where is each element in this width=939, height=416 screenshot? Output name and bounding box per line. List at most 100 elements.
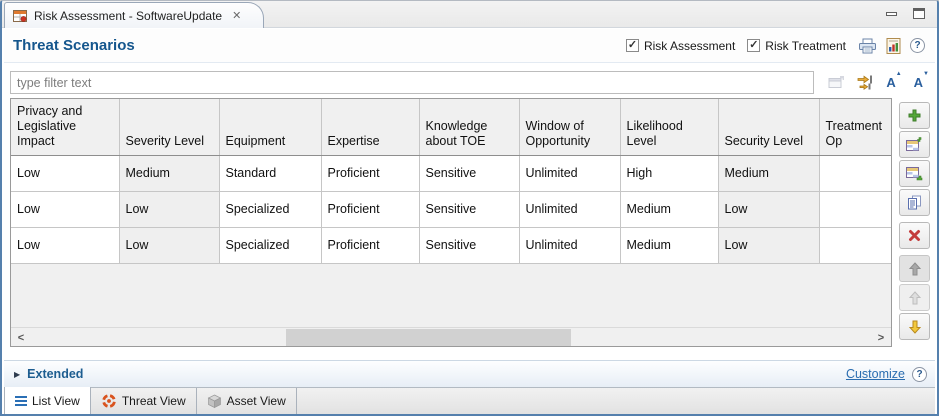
table-row[interactable]: LowMediumStandardProficientSensitiveUnli…: [11, 155, 892, 191]
move-down-button[interactable]: [899, 313, 930, 340]
triangle-down-icon: ▼: [923, 71, 929, 86]
tab-label: Threat View: [122, 394, 186, 408]
report-icon[interactable]: [886, 38, 901, 54]
show-columns-dialog-icon: [828, 75, 845, 90]
risk-assessment-checkbox[interactable]: ✓: [626, 39, 639, 52]
table-cell[interactable]: Low: [11, 191, 119, 227]
column-header[interactable]: Severity Level: [119, 99, 219, 155]
table-cell[interactable]: Medium: [119, 155, 219, 191]
risk-assessment-window: Risk Assessment - SoftwareUpdate ✕ Threa…: [0, 0, 939, 416]
font-increase-button[interactable]: A▲: [886, 75, 901, 90]
tab-label: List View: [32, 394, 80, 408]
help-icon[interactable]: ?: [910, 38, 925, 53]
column-header[interactable]: Window of Opportunity: [519, 99, 620, 155]
scroll-right-icon[interactable]: >: [873, 329, 889, 346]
column-header[interactable]: Privacy and Legislative Impact: [11, 99, 119, 155]
table-cell[interactable]: Proficient: [321, 155, 419, 191]
insert-row-above-button[interactable]: [899, 131, 930, 158]
table-cell[interactable]: Specialized: [219, 227, 321, 263]
tab-list-view[interactable]: List View: [4, 387, 91, 414]
table-cell[interactable]: Sensitive: [419, 227, 519, 263]
editor-tab-strip: Risk Assessment - SoftwareUpdate ✕: [2, 1, 937, 28]
font-decrease-button[interactable]: A▼: [914, 75, 929, 90]
table-cell[interactable]: Sensitive: [419, 155, 519, 191]
close-icon[interactable]: ✕: [232, 9, 241, 22]
column-header[interactable]: Likelihood Level: [620, 99, 718, 155]
tab-threat-view[interactable]: Threat View: [91, 388, 197, 414]
table-cell[interactable]: Medium: [620, 227, 718, 263]
editor-tab-title: Risk Assessment - SoftwareUpdate: [34, 9, 222, 23]
delete-button[interactable]: [899, 222, 930, 249]
filter-input[interactable]: [10, 71, 814, 94]
table-cell[interactable]: Proficient: [321, 227, 419, 263]
column-header[interactable]: Knowledge about TOE: [419, 99, 519, 155]
scrollbar-thumb[interactable]: [286, 329, 571, 346]
table-row[interactable]: LowLowSpecializedProficientSensitiveUnli…: [11, 227, 892, 263]
view-header: Threat Scenarios ✓ Risk Assessment ✓ Ris…: [4, 29, 935, 63]
table-row[interactable]: LowLowSpecializedProficientSensitiveUnli…: [11, 191, 892, 227]
table-cell[interactable]: Low: [11, 155, 119, 191]
table-cell[interactable]: Sensitive: [419, 191, 519, 227]
check-icon: ✓: [749, 40, 758, 51]
arrow-up-icon: [908, 291, 922, 305]
column-header[interactable]: Expertise: [321, 99, 419, 155]
table-cell[interactable]: [819, 191, 892, 227]
table-cell[interactable]: Low: [119, 227, 219, 263]
tab-asset-view[interactable]: Asset View: [197, 388, 297, 414]
tab-label: Asset View: [227, 394, 286, 408]
table-cell[interactable]: Proficient: [321, 191, 419, 227]
arrow-up-icon: [908, 262, 922, 276]
table-cell[interactable]: High: [620, 155, 718, 191]
table-cell[interactable]: [819, 227, 892, 263]
table-cell[interactable]: Medium: [620, 191, 718, 227]
insert-row-below-button[interactable]: [899, 160, 930, 187]
table-cell[interactable]: Specialized: [219, 191, 321, 227]
risk-assessment-checkbox-group[interactable]: ✓ Risk Assessment: [626, 39, 735, 53]
list-view-icon: [15, 396, 27, 406]
move-top-button: [899, 255, 930, 282]
risk-assessment-checkbox-label: Risk Assessment: [644, 39, 735, 53]
horizontal-scrollbar[interactable]: < >: [11, 327, 891, 346]
delete-icon: [908, 229, 921, 242]
chevron-right-icon[interactable]: ▶: [14, 370, 20, 379]
table-body: LowMediumStandardProficientSensitiveUnli…: [11, 155, 892, 263]
asset-view-icon: [207, 394, 222, 409]
table-cell[interactable]: Low: [718, 227, 819, 263]
table-cell[interactable]: Low: [119, 191, 219, 227]
table-cell[interactable]: [819, 155, 892, 191]
column-header[interactable]: Security Level: [718, 99, 819, 155]
add-icon: [908, 109, 921, 122]
add-button[interactable]: [899, 102, 930, 129]
table-cell[interactable]: Low: [718, 191, 819, 227]
filter-row: A▲ A▼: [4, 63, 935, 98]
threat-scenarios-table: Privacy and Legislative ImpactSeverity L…: [10, 98, 892, 347]
scroll-left-icon[interactable]: <: [13, 329, 29, 346]
table-cell[interactable]: Medium: [718, 155, 819, 191]
pack-columns-icon[interactable]: [857, 75, 874, 90]
table-cell[interactable]: Low: [11, 227, 119, 263]
risk-treatment-checkbox-label: Risk Treatment: [765, 39, 846, 53]
column-header[interactable]: Treatment Op: [819, 99, 892, 155]
table-header-row: Privacy and Legislative ImpactSeverity L…: [11, 99, 892, 155]
column-header[interactable]: Equipment: [219, 99, 321, 155]
arrow-down-icon: [908, 320, 922, 334]
customize-link[interactable]: Customize: [846, 367, 905, 381]
maximize-icon[interactable]: [913, 8, 925, 19]
print-icon[interactable]: [858, 38, 877, 54]
table-cell[interactable]: Standard: [219, 155, 321, 191]
view-tab-bar: List View Threat View Asset View: [4, 387, 935, 414]
table-cell[interactable]: Unlimited: [519, 227, 620, 263]
help-icon[interactable]: ?: [912, 367, 927, 382]
table-cell[interactable]: Unlimited: [519, 191, 620, 227]
page-title: Threat Scenarios: [13, 37, 135, 54]
minimize-icon[interactable]: [886, 12, 897, 16]
table-cell[interactable]: Unlimited: [519, 155, 620, 191]
copy-icon: [907, 195, 922, 210]
risk-treatment-checkbox-group[interactable]: ✓ Risk Treatment: [747, 39, 846, 53]
insert-row-below-icon: [906, 166, 923, 181]
extended-section-header[interactable]: ▶ Extended Customize ?: [4, 360, 935, 387]
copy-button[interactable]: [899, 189, 930, 216]
move-up-button: [899, 284, 930, 311]
risk-treatment-checkbox[interactable]: ✓: [747, 39, 760, 52]
editor-tab-risk-assessment[interactable]: Risk Assessment - SoftwareUpdate ✕: [4, 2, 264, 28]
